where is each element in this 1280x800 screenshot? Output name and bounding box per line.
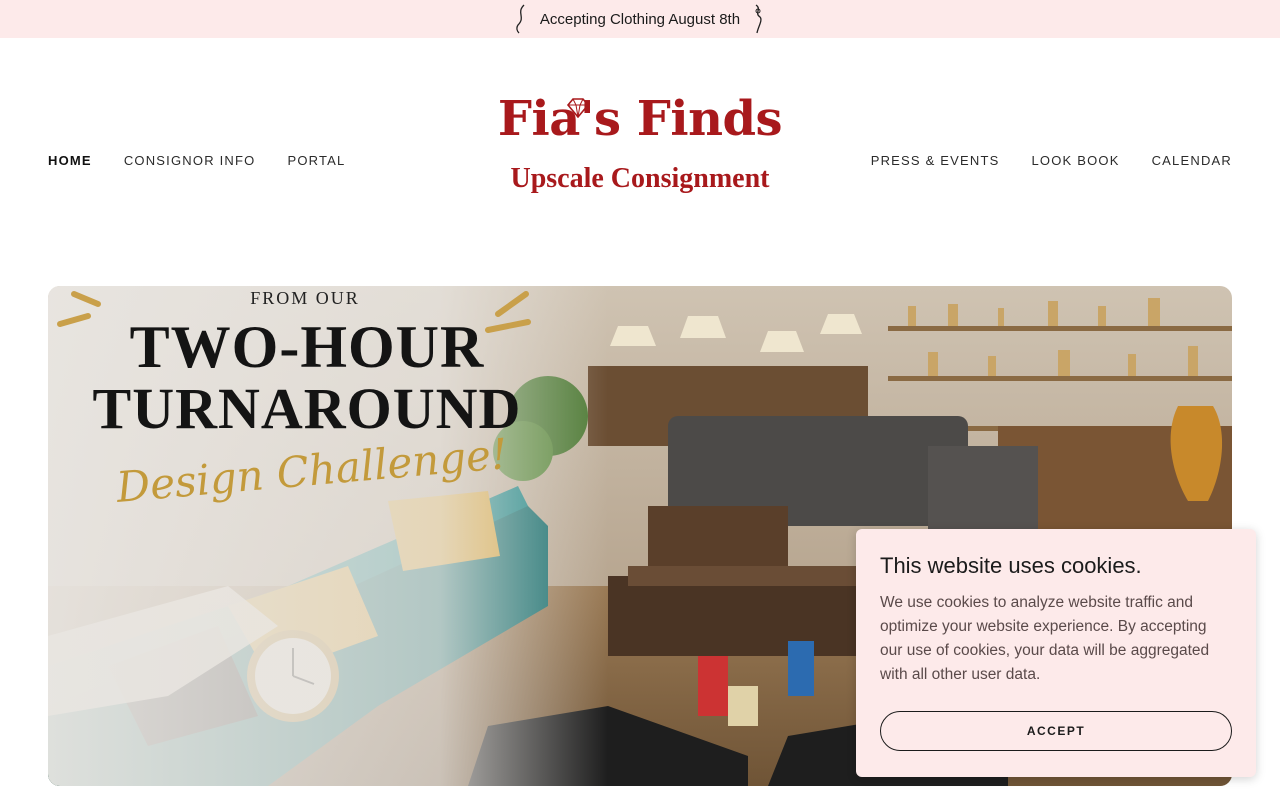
hero-headline-line1: TWO-HOUR [129, 314, 485, 380]
logo-title: Fia's Finds [470, 88, 810, 150]
flourish-icon [516, 4, 525, 34]
nav-portal[interactable]: PORTAL [287, 153, 345, 168]
nav-calendar[interactable]: CALENDAR [1152, 153, 1232, 168]
cookie-body: We use cookies to analyze website traffi… [880, 594, 1210, 683]
primary-nav-right: PRESS & EVENTS LOOK BOOK CALENDAR [871, 153, 1232, 168]
nav-press-events[interactable]: PRESS & EVENTS [871, 153, 1000, 168]
cookie-consent-banner: This website uses cookies. We use cookie… [856, 529, 1256, 777]
primary-nav-left: HOME CONSIGNOR INFO PORTAL [48, 153, 345, 168]
logo-subtitle: Upscale Consignment [510, 163, 770, 194]
logo-title-text: Fia's Finds [497, 91, 783, 147]
nav-look-book[interactable]: LOOK BOOK [1031, 153, 1119, 168]
cookie-accept-button[interactable]: ACCEPT [880, 711, 1232, 751]
hero-kicker: FROM OUR [250, 288, 360, 308]
hero-headline-line2: TURNAROUND [92, 376, 522, 441]
diamond-icon [566, 98, 590, 118]
nav-consignor-info[interactable]: CONSIGNOR INFO [124, 153, 256, 168]
hero-text-overlay: FROM OUR TWO-HOUR TURNAROUND Design Chal… [48, 286, 548, 546]
cookie-title: This website uses cookies. [880, 553, 1142, 578]
announcement-text: Accepting Clothing August 8th [539, 10, 741, 28]
flourish-icon [755, 4, 762, 34]
site-logo[interactable]: Fia's Finds Upscale Consignment [470, 88, 810, 212]
announcement-bar: Accepting Clothing August 8th [0, 0, 1280, 38]
nav-home[interactable]: HOME [48, 153, 92, 168]
